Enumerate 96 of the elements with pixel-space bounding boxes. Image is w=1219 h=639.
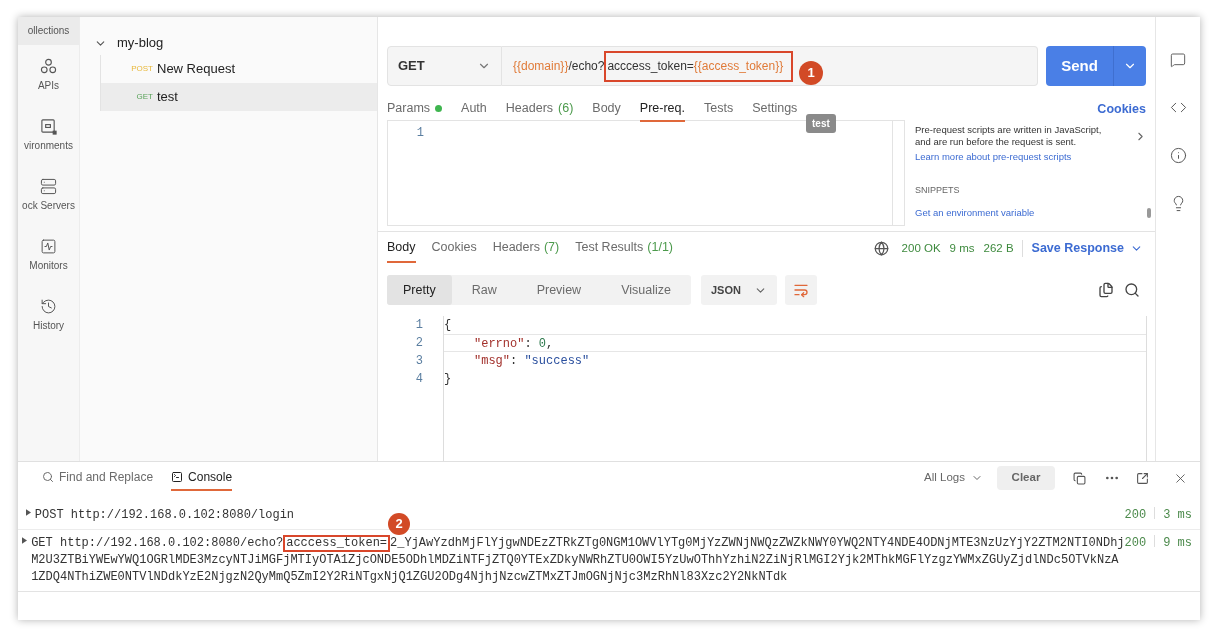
response-tab[interactable]: Cookies xyxy=(431,234,477,263)
nav-label: ollections xyxy=(27,24,70,38)
cookies-link[interactable]: Cookies xyxy=(1097,99,1146,119)
comment-icon[interactable] xyxy=(1170,52,1186,68)
view-mode-tab[interactable]: Preview xyxy=(516,275,602,305)
nav-item[interactable]: ock Servers xyxy=(18,165,79,225)
nav-item[interactable]: History xyxy=(18,285,79,345)
log-text: 2_YjAwYzdhMjFlYjgwNDEzZTRkZTg0NGM1OWVlYTg0MjYzZWNjNWQzZWZkNWY0YWQ2NTY4NDE4ODNjMTE3NzUzYjY2ZTM2NTI0NDhj xyxy=(390,536,1125,550)
code-line: "msg": "success" xyxy=(473,353,591,370)
response-size: 262 B xyxy=(983,239,1023,258)
request-name: test xyxy=(157,88,178,107)
view-mode-tab[interactable]: Raw xyxy=(451,275,517,305)
tooltip: test xyxy=(806,114,836,133)
nav-item[interactable]: ollections xyxy=(18,17,79,45)
server-icon xyxy=(40,177,57,195)
activity-icon xyxy=(40,237,57,255)
environment-icon xyxy=(40,117,57,135)
code-line: { xyxy=(444,317,453,334)
response-time: 9 ms xyxy=(949,240,975,256)
log-text: M2U3ZTBiYWEwYWQ1OGRlMDE3MzcyNTJiMGFjMTIyOTA1ZjcONDE5ODhlMDZiNTFjZTQ0YTExZDkyNWRhZTU0OWI5YzUwOThhYzhiN2ZiNjRlMGI2Yjk2MThkMGFlYzgzYWMxZGUyZjdlNDc5OTVkNzA xyxy=(31,553,1119,567)
nav-label: Monitors xyxy=(29,258,68,273)
console-tab[interactable]: Console xyxy=(171,465,233,491)
external-link-icon[interactable] xyxy=(1136,471,1149,485)
globe-icon[interactable] xyxy=(873,241,889,256)
console-tab[interactable]: Find and Replace xyxy=(42,465,154,491)
response-tab[interactable]: Test Results (1/1) xyxy=(575,234,673,263)
response-tab[interactable]: Body xyxy=(387,234,416,263)
search-icon[interactable] xyxy=(1124,282,1140,298)
request-tab[interactable]: Headers (6) xyxy=(505,96,574,122)
log-text: POST http://192.168.0.102:8080/login xyxy=(34,508,295,522)
copy-icon[interactable] xyxy=(1098,282,1114,298)
url-variable: {{access_token}} xyxy=(693,58,784,75)
line-number: 3 xyxy=(414,353,423,370)
url-variable: {{domain}} xyxy=(513,58,569,75)
tab-count: (6) xyxy=(558,99,574,117)
line-number: 1 xyxy=(415,125,424,142)
nav-label: ock Servers xyxy=(22,198,75,213)
tab-count: (1/1) xyxy=(647,239,673,257)
method-select[interactable]: GET xyxy=(387,46,502,86)
history-icon xyxy=(40,297,57,315)
wrap-button[interactable] xyxy=(784,275,817,305)
view-mode-tab[interactable]: Visualize xyxy=(601,275,691,305)
line-number: 2 xyxy=(414,335,423,352)
scrollbar-thumb[interactable] xyxy=(1147,208,1151,218)
request-tab[interactable]: Params xyxy=(387,96,443,122)
method-tag: POST xyxy=(129,63,153,75)
code-line: "errno": 0, xyxy=(444,334,1146,352)
info-icon[interactable] xyxy=(1169,147,1187,164)
nav-label: vironments xyxy=(24,138,73,153)
search-icon xyxy=(42,471,54,483)
url-text: acccess_token= xyxy=(607,58,694,75)
nav-label: APIs xyxy=(37,78,60,93)
line-number: 4 xyxy=(414,371,423,388)
copy-icon[interactable] xyxy=(1073,471,1086,485)
method-tag: GET xyxy=(129,91,153,103)
request-tab[interactable]: Auth xyxy=(461,96,487,122)
help-text: Pre-request scripts are written in JavaScript, and are run before the request is sent. xyxy=(915,124,1103,148)
request-item[interactable]: GET test xyxy=(100,83,377,111)
snippets-title: SNIPPETS xyxy=(915,184,961,198)
annotation-badge: 2 xyxy=(388,513,410,535)
log-status: 200 xyxy=(1124,535,1156,547)
response-tab[interactable]: Headers (7) xyxy=(492,234,560,263)
wrap-text-icon xyxy=(792,282,809,298)
nav-item[interactable]: vironments xyxy=(18,105,79,165)
terminal-icon xyxy=(171,471,184,483)
circles-icon xyxy=(40,57,57,75)
log-filter[interactable]: All Logs xyxy=(924,469,983,487)
send-button[interactable]: Send xyxy=(1046,46,1114,86)
request-tab[interactable]: Settings xyxy=(752,96,798,122)
log-time: 9 ms xyxy=(1162,535,1193,552)
request-tab[interactable]: Tests xyxy=(704,96,734,122)
clear-button[interactable]: Clear xyxy=(997,466,1055,490)
annotated-text: acccess_token= xyxy=(283,535,391,552)
log-text: GET http://192.168.0.102:8080/echo? xyxy=(31,536,284,550)
request-name: New Request xyxy=(157,60,236,79)
log-text: 1ZDQ4NThiZWE0NTVlNDdkYzE2NjgzN2QyMmQ5ZmI2Y2RiNTgxNjQ1ZGU2ODg4NjhjNzcwZTMxZTJmOGNjNjc3MzRhNl83Xzc2Y2NkNTdk xyxy=(31,570,788,584)
status-code: 200 OK xyxy=(901,240,941,256)
nav-label: History xyxy=(32,318,65,333)
snippet-link[interactable]: Get an environment variable xyxy=(915,205,1147,220)
request-tab[interactable]: Body xyxy=(592,96,621,122)
line-number: 1 xyxy=(414,317,423,334)
help-link[interactable]: Learn more about pre-request scripts xyxy=(915,150,1147,165)
tab-count: (7) xyxy=(543,239,560,257)
collection-name[interactable]: my-blog xyxy=(117,33,164,53)
view-mode-tab[interactable]: Pretty xyxy=(387,275,452,305)
url-field[interactable]: {{domain}}/echo? acccess_token={{access_token}} 1 xyxy=(502,46,1038,86)
format-select[interactable]: JSON xyxy=(700,275,777,305)
nav-item[interactable]: Monitors xyxy=(18,225,79,285)
request-tab[interactable]: Pre-req. xyxy=(639,96,685,122)
save-response-button[interactable]: Save Response xyxy=(1031,239,1146,258)
log-time: 3 ms xyxy=(1162,507,1193,524)
log-status: 200 xyxy=(1124,507,1156,519)
nav-item[interactable]: APIs xyxy=(18,45,79,105)
code-line: } xyxy=(444,371,453,388)
annotation-badge: 1 xyxy=(799,61,824,85)
url-text: /echo? xyxy=(568,58,605,75)
